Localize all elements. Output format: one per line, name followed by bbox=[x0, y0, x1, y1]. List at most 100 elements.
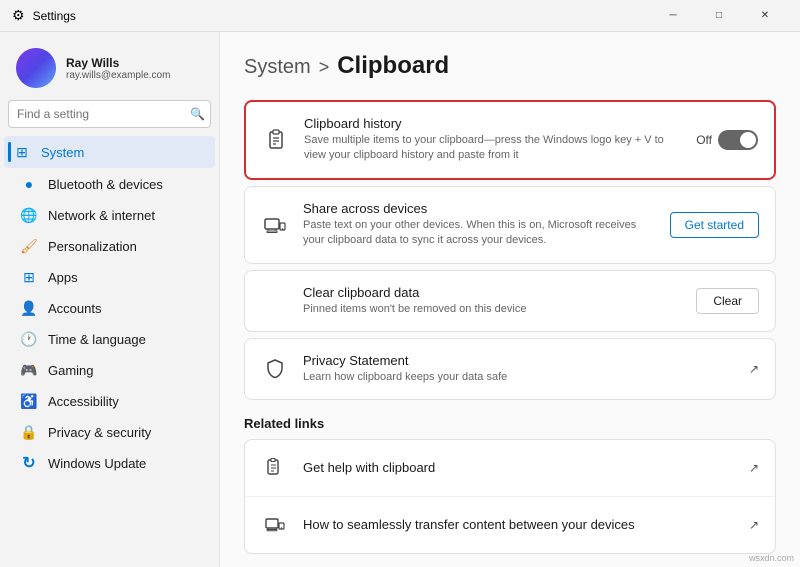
accessibility-icon: ♿ bbox=[20, 392, 38, 410]
related-links-card: Get help with clipboard ↗ bbox=[244, 439, 776, 554]
search-icon: 🔍 bbox=[190, 107, 205, 121]
sidebar-label-system: System bbox=[41, 145, 84, 160]
sidebar-item-personalization[interactable]: 🖌 Personalization bbox=[4, 231, 215, 261]
close-button[interactable]: ✕ bbox=[742, 0, 788, 32]
toggle-container: Off bbox=[696, 130, 758, 150]
clear-text: Clear clipboard data Pinned items won't … bbox=[303, 285, 682, 317]
transfer-content-title: How to seamlessly transfer content betwe… bbox=[303, 517, 735, 532]
clipboard-history-control: Off bbox=[696, 130, 758, 150]
get-help-clipboard-row[interactable]: Get help with clipboard ↗ bbox=[245, 440, 775, 497]
sidebar-item-accessibility[interactable]: ♿ Accessibility bbox=[4, 386, 215, 416]
sidebar-label-accessibility: Accessibility bbox=[48, 394, 119, 409]
clipboard-history-icon bbox=[262, 126, 290, 154]
page-header: System > Clipboard bbox=[244, 52, 776, 80]
get-help-clipboard-title: Get help with clipboard bbox=[303, 460, 735, 475]
external-link-icon: ↗ bbox=[749, 362, 759, 376]
sidebar-label-update: Windows Update bbox=[48, 456, 146, 471]
share-across-row: Share across devices Paste text on your … bbox=[245, 187, 775, 263]
sidebar-label-network: Network & internet bbox=[48, 208, 155, 223]
toggle-off-label: Off bbox=[696, 133, 712, 147]
clipboard-history-desc: Save multiple items to your clipboard—pr… bbox=[304, 133, 682, 164]
share-across-text: Share across devices Paste text on your … bbox=[303, 201, 656, 249]
privacy-statement-text: Privacy Statement Learn how clipboard ke… bbox=[303, 353, 735, 385]
user-email: ray.wills@example.com bbox=[66, 70, 170, 81]
sidebar-item-bluetooth[interactable]: ● Bluetooth & devices bbox=[4, 169, 215, 199]
clear-clipboard-card: Clear clipboard data Pinned items won't … bbox=[244, 270, 776, 332]
minimize-button[interactable]: ─ bbox=[650, 0, 696, 32]
settings-icon: ⚙ bbox=[12, 7, 25, 24]
main-container: Ray Wills ray.wills@example.com 🔍 ⊞ Syst… bbox=[0, 32, 800, 567]
sidebar-item-accounts[interactable]: 👤 Accounts bbox=[4, 293, 215, 323]
clear-control: Clear bbox=[696, 288, 759, 314]
content-area: System > Clipboard Clipboard history bbox=[220, 32, 800, 567]
watermark: wsxdn.com bbox=[749, 553, 794, 563]
privacy-icon: 🔒 bbox=[20, 423, 38, 441]
get-help-clipboard-text: Get help with clipboard bbox=[303, 460, 735, 477]
user-avatar-area[interactable]: Ray Wills ray.wills@example.com bbox=[0, 40, 219, 100]
sidebar-label-personalization: Personalization bbox=[48, 239, 137, 254]
active-indicator bbox=[8, 142, 11, 162]
sidebar-item-privacy[interactable]: 🔒 Privacy & security bbox=[4, 417, 215, 447]
sidebar-item-system[interactable]: ⊞ System bbox=[4, 136, 215, 168]
ext-link-icon-2: ↗ bbox=[749, 518, 759, 532]
sidebar-label-privacy: Privacy & security bbox=[48, 425, 151, 440]
sidebar: Ray Wills ray.wills@example.com 🔍 ⊞ Syst… bbox=[0, 32, 220, 567]
privacy-statement-card: Privacy Statement Learn how clipboard ke… bbox=[244, 338, 776, 400]
clear-desc: Pinned items won't be removed on this de… bbox=[303, 302, 682, 317]
sidebar-item-network[interactable]: 🌐 Network & internet bbox=[4, 200, 215, 230]
search-input[interactable] bbox=[8, 100, 211, 128]
privacy-statement-row: Privacy Statement Learn how clipboard ke… bbox=[245, 339, 775, 399]
titlebar-controls: ─ □ ✕ bbox=[650, 0, 788, 32]
clipboard-history-row: Clipboard history Save multiple items to… bbox=[246, 102, 774, 178]
sidebar-label-gaming: Gaming bbox=[48, 363, 94, 378]
clear-title: Clear clipboard data bbox=[303, 285, 682, 300]
clear-clipboard-row: Clear clipboard data Pinned items won't … bbox=[245, 271, 775, 331]
privacy-statement-control: ↗ bbox=[749, 362, 759, 376]
gaming-icon: 🎮 bbox=[20, 361, 38, 379]
share-across-desc: Paste text on your other devices. When t… bbox=[303, 218, 656, 249]
breadcrumb-separator: > bbox=[319, 57, 330, 78]
network-icon: 🌐 bbox=[20, 206, 38, 224]
sidebar-label-bluetooth: Bluetooth & devices bbox=[48, 177, 163, 192]
titlebar-title: Settings bbox=[33, 9, 76, 23]
transfer-content-link: ↗ bbox=[749, 518, 759, 532]
time-icon: 🕐 bbox=[20, 330, 38, 348]
get-help-clipboard-icon bbox=[261, 454, 289, 482]
maximize-button[interactable]: □ bbox=[696, 0, 742, 32]
titlebar: ⚙ Settings ─ □ ✕ bbox=[0, 0, 800, 32]
share-across-control: Get started bbox=[670, 212, 759, 238]
system-icon: ⊞ bbox=[13, 143, 31, 161]
privacy-statement-title: Privacy Statement bbox=[303, 353, 735, 368]
apps-icon: ⊞ bbox=[20, 268, 38, 286]
sidebar-item-update[interactable]: ↻ Windows Update bbox=[4, 448, 215, 478]
privacy-statement-icon bbox=[261, 355, 289, 383]
clipboard-history-title: Clipboard history bbox=[304, 116, 682, 131]
page-title: Clipboard bbox=[337, 52, 449, 80]
sidebar-item-apps[interactable]: ⊞ Apps bbox=[4, 262, 215, 292]
share-across-title: Share across devices bbox=[303, 201, 656, 216]
sidebar-item-gaming[interactable]: 🎮 Gaming bbox=[4, 355, 215, 385]
search-box: 🔍 bbox=[8, 100, 211, 128]
transfer-content-row[interactable]: How to seamlessly transfer content betwe… bbox=[245, 497, 775, 553]
share-across-card: Share across devices Paste text on your … bbox=[244, 186, 776, 264]
personalization-icon: 🖌 bbox=[20, 237, 38, 255]
transfer-content-icon bbox=[261, 511, 289, 539]
clipboard-history-text: Clipboard history Save multiple items to… bbox=[304, 116, 682, 164]
ext-link-icon-1: ↗ bbox=[749, 461, 759, 475]
avatar bbox=[16, 48, 56, 88]
accounts-icon: 👤 bbox=[20, 299, 38, 317]
sidebar-item-time[interactable]: 🕐 Time & language bbox=[4, 324, 215, 354]
clear-button[interactable]: Clear bbox=[696, 288, 759, 314]
clear-icon bbox=[261, 287, 289, 315]
bluetooth-icon: ● bbox=[20, 175, 38, 193]
related-links-label: Related links bbox=[244, 416, 776, 431]
transfer-content-text: How to seamlessly transfer content betwe… bbox=[303, 517, 735, 534]
update-icon: ↻ bbox=[20, 454, 38, 472]
get-started-button[interactable]: Get started bbox=[670, 212, 759, 238]
sidebar-label-accounts: Accounts bbox=[48, 301, 101, 316]
privacy-statement-desc: Learn how clipboard keeps your data safe bbox=[303, 370, 735, 385]
clipboard-history-card: Clipboard history Save multiple items to… bbox=[244, 100, 776, 180]
toggle-knob bbox=[740, 132, 756, 148]
clipboard-history-toggle[interactable] bbox=[718, 130, 758, 150]
user-name: Ray Wills bbox=[66, 56, 170, 70]
